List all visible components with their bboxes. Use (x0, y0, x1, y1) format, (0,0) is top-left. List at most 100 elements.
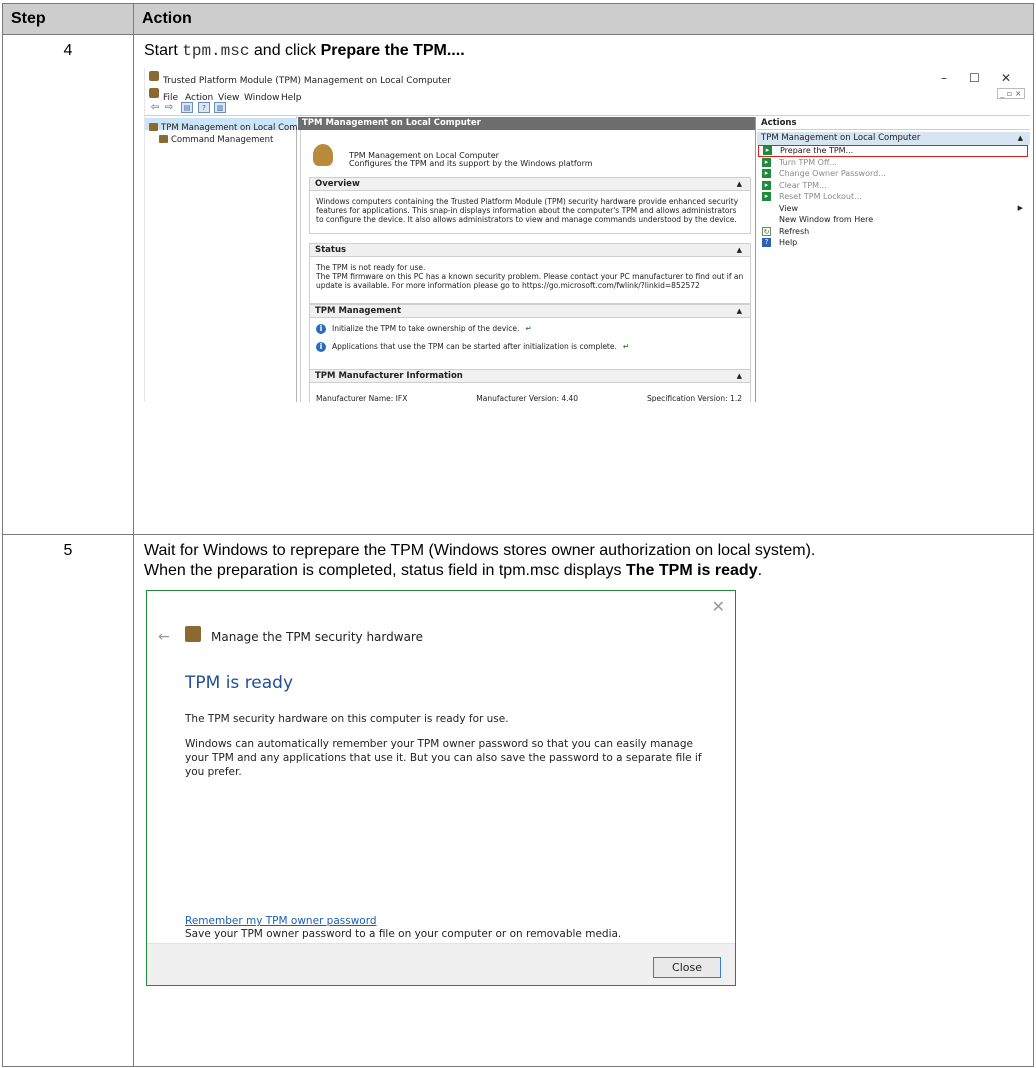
green-action-icon: ▸ (762, 180, 771, 190)
tpm-management-body: i Initialize the TPM to take ownership of… (310, 318, 750, 372)
step-instruction: Start tpm.msc and click Prepare the TPM.… (144, 42, 465, 60)
center-pane: TPM Management on Local Computer TPM Man… (298, 117, 756, 402)
action-change-owner-password[interactable]: ▸ Change Owner Password... (757, 168, 1030, 180)
tpm-chip-icon (149, 123, 158, 131)
status-header[interactable]: Status ▲ (310, 244, 750, 257)
dialog-note: Save your TPM owner password to a file o… (185, 928, 622, 940)
forward-arrow-icon[interactable]: ⇨ (163, 102, 175, 113)
help-icon: ? (762, 238, 771, 247)
table-row: 5 Wait for Windows to reprepare the TPM … (2, 534, 1034, 1067)
bold-action: Prepare the TPM.... (320, 42, 465, 59)
tpm-management-section: TPM Management ▲ i Initialize the TPM to t… (309, 304, 751, 373)
actions-header: Actions (757, 117, 1030, 130)
close-window-button[interactable]: ✕ (1001, 68, 1011, 88)
info-icon: i (316, 324, 326, 334)
go-arrow-icon[interactable]: ↵ (623, 342, 629, 351)
info-item-applications: i Applications that use the TPM can be st… (310, 340, 750, 358)
back-arrow-icon[interactable]: ← (158, 627, 170, 647)
status-text: The TPM is not ready for use. The TPM fi… (310, 257, 750, 303)
step-number: 4 (2, 34, 134, 535)
action-column-header: Action (133, 3, 1034, 35)
child-window-controls[interactable]: _ ▫ × (997, 88, 1025, 99)
tpm-chip-icon (149, 71, 159, 81)
green-action-icon: ▸ (762, 192, 771, 201)
help-icon[interactable]: ? (198, 102, 210, 113)
tpm-management-header[interactable]: TPM Management ▲ (310, 305, 750, 318)
manufacturer-name: Manufacturer Name: IFX (316, 394, 408, 402)
tpm-ready-dialog: ✕ ← Manage the TPM security hardware TPM… (146, 590, 736, 986)
intro-subtitle: Configures the TPM and its support by th… (349, 159, 593, 168)
action-turn-tpm-off[interactable]: ▸ Turn TPM Off... (757, 157, 1030, 169)
center-pane-header: TPM Management on Local Computer (298, 117, 755, 130)
collapse-icon[interactable]: ▲ (737, 370, 742, 383)
back-arrow-icon[interactable]: ⇦ (149, 102, 161, 113)
info-item-initialize: i Initialize the TPM to take ownership of… (310, 322, 750, 340)
step-number: 5 (2, 534, 134, 1067)
mmc-screenshot: Trusted Platform Module (TPM) Management… (144, 68, 1030, 402)
mmc-toolbar: ⇦ ⇨ ▤ ? ▥ (145, 100, 1030, 116)
bold-status: The TPM is ready (626, 562, 758, 579)
minimize-button[interactable]: – (941, 68, 947, 88)
status-line-1: The TPM is not ready for use. (316, 263, 426, 272)
procedure-table: Step Action 4 Start tpm.msc and click Pr… (2, 3, 1034, 1067)
manufacturer-header[interactable]: TPM Manufacturer Information ▲ (310, 370, 750, 383)
table-header-row: Step Action (2, 3, 1034, 35)
tpm-chip-icon (159, 135, 168, 143)
action-prepare-tpm[interactable]: ▸ Prepare the TPM... (758, 145, 1028, 157)
overview-header[interactable]: Overview ▲ (310, 178, 750, 191)
tpm-key-icon (313, 144, 333, 166)
action-cell: Start tpm.msc and click Prepare the TPM.… (133, 34, 1034, 535)
collapse-icon[interactable]: ▲ (1018, 132, 1023, 145)
tpm-chip-icon (149, 88, 159, 98)
manufacturer-info: Manufacturer Name: IFX Manufacturer Vers… (310, 383, 750, 402)
actions-pane: Actions TPM Management on Local Computer… (757, 117, 1030, 402)
action-reset-tpm-lockout[interactable]: ▸ Reset TPM Lockout... (757, 191, 1030, 203)
close-icon[interactable]: ✕ (712, 597, 725, 617)
mmc-titlebar: Trusted Platform Module (TPM) Management… (145, 68, 1030, 86)
action-new-window[interactable]: New Window from Here (757, 214, 1030, 226)
manufacturer-version: Manufacturer Version: 4.40 (476, 394, 579, 402)
maximize-button[interactable]: ☐ (969, 68, 980, 88)
overview-section: Overview ▲ Windows computers containing t… (309, 177, 751, 234)
action-help[interactable]: ? Help (757, 237, 1030, 249)
action-pane-icon[interactable]: ▥ (214, 102, 226, 113)
command-text: tpm.msc (182, 42, 250, 60)
show-tree-icon[interactable]: ▤ (181, 102, 193, 113)
mmc-menubar: File Action View Window Help _ ▫ × (145, 86, 1030, 103)
collapse-icon[interactable]: ▲ (737, 244, 742, 257)
step-instruction-line-1: Wait for Windows to reprepare the TPM (W… (144, 542, 816, 559)
green-action-icon: ▸ (762, 157, 771, 167)
status-section: Status ▲ The TPM is not ready for use. Th… (309, 243, 751, 304)
dialog-paragraph-1: The TPM security hardware on this comput… (185, 713, 509, 725)
submenu-arrow-icon: ▶ (1017, 203, 1023, 212)
dialog-title: Manage the TPM security hardware (211, 630, 423, 644)
actions-subheader[interactable]: TPM Management on Local Computer ▲ (757, 132, 1030, 145)
refresh-icon: ↻ (762, 226, 771, 236)
tree-item-tpm-management[interactable]: TPM Management on Local Comp (145, 118, 303, 133)
green-action-icon: ▸ (763, 146, 772, 155)
close-button[interactable]: Close (653, 957, 721, 978)
tpm-chip-icon (185, 626, 201, 642)
specification-version: Specification Version: 1.2 (647, 394, 742, 402)
action-refresh[interactable]: ↻ Refresh (757, 226, 1030, 238)
action-clear-tpm[interactable]: ▸ Clear TPM... (757, 180, 1030, 192)
status-line-2: The TPM firmware on this PC has a known … (316, 272, 744, 290)
go-arrow-icon[interactable]: ↵ (525, 324, 531, 333)
collapse-icon[interactable]: ▲ (737, 305, 742, 318)
green-action-icon: ▸ (762, 169, 771, 178)
dialog-paragraph-2: Windows can automatically remember your … (185, 738, 702, 778)
center-pane-body: TPM Management on Local Computer Configu… (300, 130, 754, 402)
dialog-footer: Close (147, 943, 735, 985)
console-tree: TPM Management on Local Comp Command Man… (145, 117, 303, 402)
info-icon: i (316, 342, 326, 352)
collapse-icon[interactable]: ▲ (737, 178, 742, 191)
action-cell: Wait for Windows to reprepare the TPM (W… (133, 534, 1034, 1067)
overview-text: Windows computers containing the Trusted… (316, 197, 739, 224)
dialog-heading: TPM is ready (185, 673, 294, 693)
step-column-header: Step (2, 3, 134, 35)
tree-item-command-management[interactable]: Command Management (159, 130, 273, 145)
manufacturer-section: TPM Manufacturer Information ▲ Manufactur… (309, 369, 751, 402)
table-row: 4 Start tpm.msc and click Prepare the TP… (2, 34, 1034, 535)
action-view[interactable]: View ▶ (757, 203, 1030, 215)
step-instruction-line-2: When the preparation is completed, statu… (144, 562, 763, 579)
